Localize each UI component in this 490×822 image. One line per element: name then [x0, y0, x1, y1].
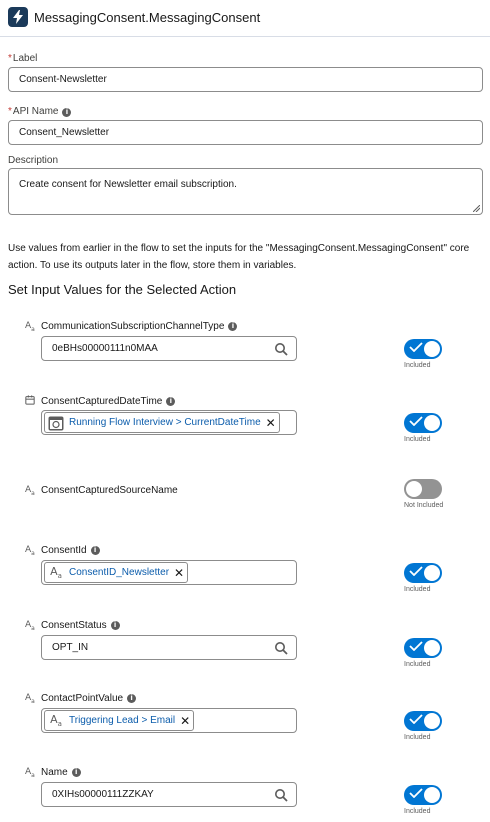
resource-pill[interactable]: Running Flow Interview > CurrentDateTime…	[44, 412, 280, 433]
search-icon[interactable]	[274, 641, 288, 655]
panel-title: MessagingConsent.MessagingConsent	[34, 10, 261, 25]
input-label: ConsentCapturedDateTime i	[25, 395, 176, 408]
toggle-knob	[424, 565, 440, 581]
check-icon	[409, 714, 423, 727]
pill-label[interactable]: Running Flow Interview > CurrentDateTime	[69, 417, 261, 428]
info-icon[interactable]: i	[228, 322, 238, 332]
input-label: Aa Name i	[25, 767, 81, 779]
input-value: 0eBHs00000111n0MAA	[52, 343, 158, 354]
toggle-state-label: Included	[404, 661, 431, 668]
text-type-icon: Aa	[25, 545, 35, 557]
resize-handle-icon[interactable]	[473, 205, 480, 212]
text-type-icon: Aa	[50, 712, 62, 729]
check-icon	[409, 788, 423, 801]
api-name-input[interactable]: Consent_Newsletter	[8, 120, 483, 145]
toggle-knob	[424, 787, 440, 803]
required-asterisk: *	[8, 53, 12, 64]
input-value: 0XIHs00000111ZZKAY	[52, 789, 154, 800]
value-input[interactable]: Aa Triggering Lead > Email ✕	[41, 708, 297, 733]
input-name: ConsentCapturedDateTime	[41, 396, 163, 407]
resource-pill[interactable]: Aa ConsentID_Newsletter ✕	[44, 562, 189, 583]
text-type-icon: Aa	[25, 693, 35, 705]
api-name-caption: *API Name i	[8, 106, 72, 117]
toggle-knob	[424, 415, 440, 431]
include-toggle[interactable]	[404, 339, 442, 359]
input-label: Aa ConsentStatus i	[25, 620, 120, 632]
input-label: Aa ContactPointValue i	[25, 693, 137, 705]
description-textarea[interactable]: Create consent for Newsletter email subs…	[8, 168, 483, 215]
value-input[interactable]: Aa ConsentID_Newsletter ✕	[41, 560, 297, 585]
toggle-state-label: Included	[404, 808, 431, 815]
text-type-icon: Aa	[25, 620, 35, 632]
required-asterisk: *	[8, 106, 12, 117]
text-type-icon: Aa	[25, 321, 35, 333]
text-type-icon: Aa	[25, 485, 35, 497]
pill-label[interactable]: ConsentID_Newsletter	[69, 567, 169, 578]
remove-icon[interactable]: ✕	[174, 567, 184, 579]
resource-pill[interactable]: Aa Triggering Lead > Email ✕	[44, 710, 195, 731]
remove-icon[interactable]: ✕	[180, 715, 190, 727]
input-label: Aa ConsentCapturedSourceName	[25, 485, 178, 497]
info-icon[interactable]: i	[166, 397, 176, 406]
include-toggle[interactable]	[404, 413, 442, 433]
panel-header: MessagingConsent.MessagingConsent	[0, 0, 490, 37]
include-toggle[interactable]	[404, 785, 442, 805]
search-icon[interactable]	[274, 788, 288, 802]
toggle-state-label: Included	[404, 362, 431, 369]
datetime-type-icon	[25, 395, 37, 408]
input-name: ConsentId	[41, 545, 87, 557]
check-icon	[409, 566, 423, 579]
value-input[interactable]: Running Flow Interview > CurrentDateTime…	[41, 410, 297, 435]
calendar-icon	[48, 415, 64, 431]
toggle-state-label: Included	[404, 586, 431, 593]
include-toggle[interactable]	[404, 479, 442, 499]
toggle-knob	[424, 713, 440, 729]
input-name: ConsentCapturedSourceName	[41, 485, 178, 497]
search-icon[interactable]	[274, 342, 288, 356]
info-icon[interactable]: i	[110, 621, 120, 631]
description-caption: Description	[8, 155, 59, 166]
info-icon[interactable]: i	[71, 768, 81, 778]
include-toggle[interactable]	[404, 638, 442, 658]
value-input[interactable]: OPT_IN	[41, 635, 297, 660]
description-text: Create consent for Newsletter email subs…	[19, 179, 237, 190]
input-name: CommunicationSubscriptionChannelType	[41, 321, 225, 333]
toggle-knob	[406, 481, 422, 497]
info-icon[interactable]: i	[127, 694, 137, 704]
text-type-icon: Aa	[50, 564, 62, 581]
toggle-state-label: Not Included	[404, 502, 444, 509]
toggle-state-label: Included	[404, 734, 431, 741]
lightning-bolt-icon	[8, 7, 28, 27]
toggle-knob	[424, 341, 440, 357]
check-icon	[409, 342, 423, 355]
label-caption: *Label	[8, 53, 38, 64]
info-icon[interactable]: i	[62, 108, 72, 117]
text-type-icon: Aa	[25, 767, 35, 779]
input-label: Aa CommunicationSubscriptionChannelType i	[25, 321, 238, 333]
info-icon[interactable]: i	[90, 546, 100, 556]
input-value: OPT_IN	[52, 642, 89, 653]
section-title: Set Input Values for the Selected Action	[8, 282, 237, 297]
include-toggle[interactable]	[404, 711, 442, 731]
check-icon	[409, 641, 423, 654]
input-label: Aa ConsentId i	[25, 545, 100, 557]
input-name: ContactPointValue	[41, 693, 124, 705]
help-text: Use values from earlier in the flow to s…	[8, 243, 470, 271]
include-toggle[interactable]	[404, 563, 442, 583]
input-name: Name	[41, 767, 68, 779]
pill-label[interactable]: Triggering Lead > Email	[69, 715, 175, 726]
remove-icon[interactable]: ✕	[266, 417, 276, 429]
toggle-knob	[424, 640, 440, 656]
label-input[interactable]: Consent-Newsletter	[8, 67, 483, 92]
input-name: ConsentStatus	[41, 620, 107, 632]
toggle-state-label: Included	[404, 436, 431, 443]
value-input[interactable]: 0XIHs00000111ZZKAY	[41, 782, 297, 807]
check-icon	[409, 416, 423, 429]
value-input[interactable]: 0eBHs00000111n0MAA	[41, 336, 297, 361]
